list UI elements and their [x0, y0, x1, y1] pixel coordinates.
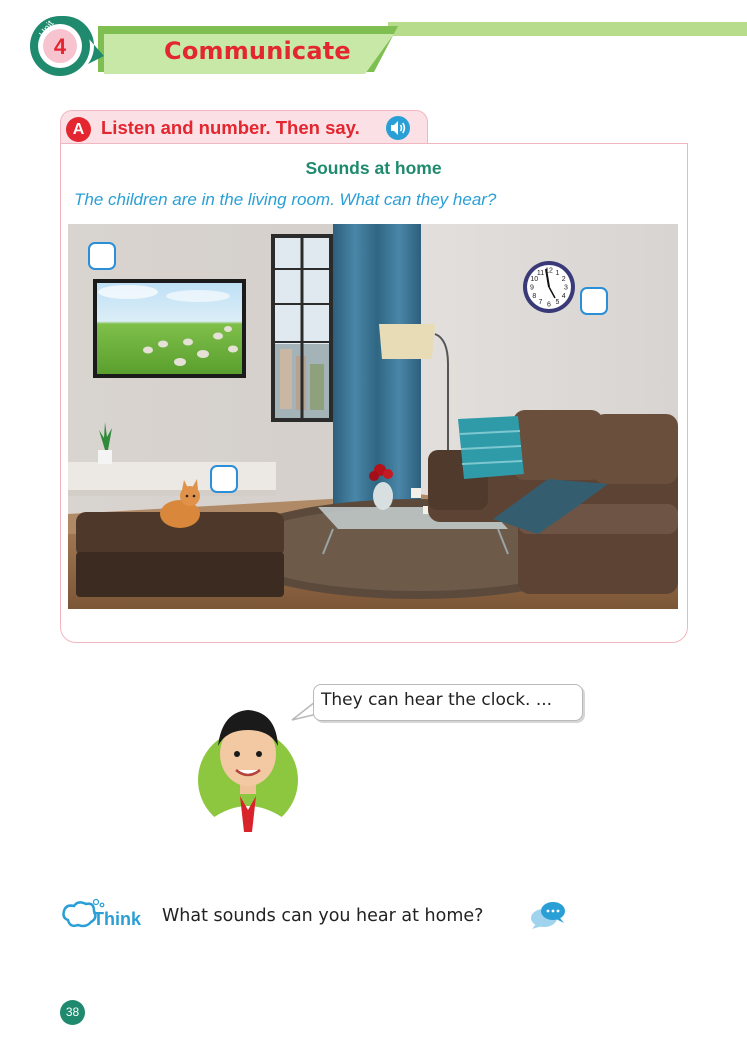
clock-numeral: 3 [564, 285, 568, 292]
page-title: Communicate [164, 37, 351, 65]
clock-numeral: 8 [532, 293, 536, 300]
section-instruction: Listen and number. Then say. [101, 117, 360, 138]
clock-numeral: 4 [562, 293, 566, 300]
clock-numeral: 11 [537, 270, 544, 277]
unit-badge: Unit 4 [30, 16, 104, 76]
page-number: 38 [60, 1000, 85, 1025]
clock-numeral: 7 [539, 299, 543, 306]
unit-number: 4 [54, 34, 67, 59]
answer-box-tv[interactable] [88, 242, 116, 270]
answer-box-cat[interactable] [210, 465, 238, 493]
think-question: What sounds can you hear at home? [162, 906, 484, 926]
answer-box-clock[interactable] [580, 287, 608, 315]
activity-subtitle: The children are in the living room. Wha… [74, 190, 497, 209]
activity-title: Sounds at home [305, 158, 442, 178]
think-icon: Think [62, 898, 142, 929]
clock-numeral: 9 [530, 285, 534, 292]
wall-clock: 12 1234567891011 [523, 261, 575, 313]
header-stripe [388, 22, 747, 36]
clock-numeral: 6 [547, 302, 551, 309]
clock-numeral: 10 [530, 276, 538, 283]
clock-numeral: 1 [556, 270, 560, 277]
tv-screen [93, 279, 246, 378]
living-room-illustration: 12 1 2 3 4 5 6 7 8 9 10 11 [68, 224, 678, 609]
boy-avatar [198, 710, 298, 832]
section-letter: A [66, 117, 91, 142]
clock-numeral: 2 [562, 276, 566, 283]
clock-numeral: 5 [556, 299, 560, 306]
speaker-icon[interactable] [385, 115, 411, 141]
think-label: Think [93, 909, 142, 929]
speech-text: They can hear the clock. ... [321, 690, 553, 710]
chat-bubble-icon [531, 902, 565, 929]
